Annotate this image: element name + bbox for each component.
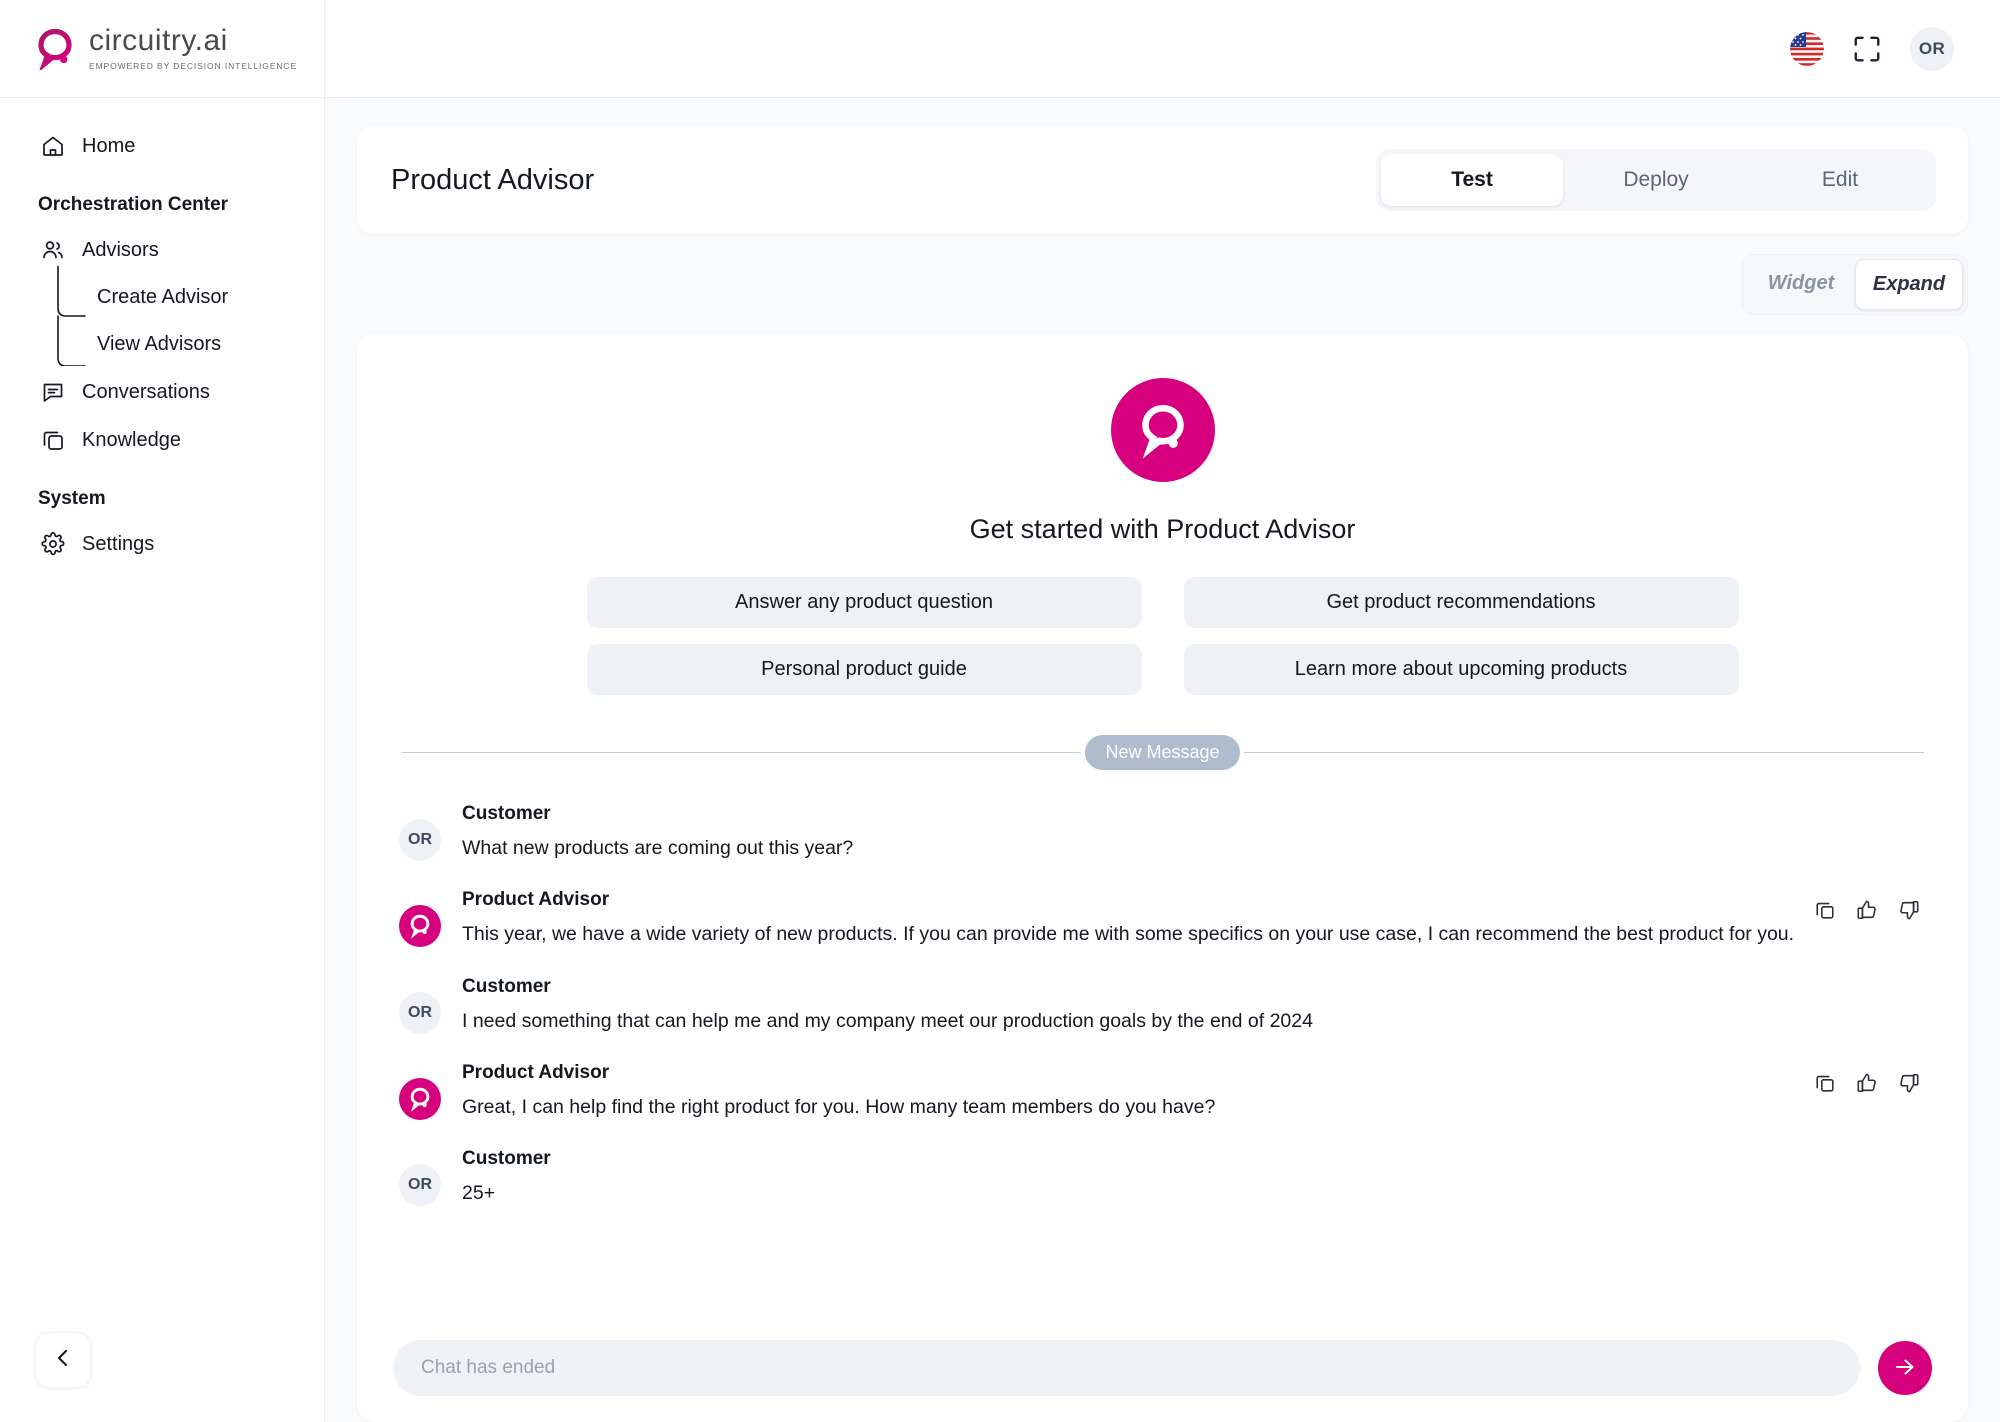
fullscreen-icon[interactable] (1852, 34, 1882, 64)
tab-edit[interactable]: Edit (1749, 154, 1931, 206)
suggestion-chips: Answer any product question Get product … (586, 577, 1739, 695)
chevron-left-icon (51, 1346, 75, 1375)
suggestion-chip[interactable]: Get product recommendations (1183, 577, 1739, 628)
welcome-block: Get started with Product Advisor Answer … (381, 334, 1944, 695)
message-item: OR Customer What new products are coming… (399, 803, 1926, 861)
avatar (399, 905, 441, 948)
message-author: Customer (462, 1148, 551, 1170)
topbar: OR (325, 0, 2000, 98)
avatar: OR (399, 991, 441, 1034)
brand-logo[interactable]: circuitry.ai EMPOWERED BY DECISION INTEL… (0, 0, 324, 98)
us-flag-icon[interactable] (1790, 31, 1824, 66)
users-icon (40, 237, 66, 263)
view-mode-widget[interactable]: Widget (1747, 259, 1855, 310)
sidebar-section-orchestration: Orchestration Center (38, 194, 229, 215)
tab-deploy[interactable]: Deploy (1565, 154, 1747, 206)
sidebar-item-label: Advisors (82, 238, 159, 261)
divider-line-left (401, 751, 1082, 753)
thumbs-up-icon[interactable] (1856, 1072, 1878, 1094)
message-item: Product Advisor Great, I can help find t… (399, 1062, 1926, 1120)
avatar-initials: OR (408, 831, 432, 848)
sidebar-item-label: Home (82, 134, 136, 157)
avatar: OR (399, 1164, 441, 1207)
suggestion-chip[interactable]: Personal product guide (586, 644, 1142, 695)
header-tabs: Test Deploy Edit (1376, 149, 1936, 211)
message-author: Product Advisor (462, 889, 610, 911)
avatar-initials: OR (408, 1176, 432, 1194)
message-actions (1814, 1072, 1920, 1094)
new-message-divider: New Message (381, 734, 1944, 770)
sidebar-item-settings[interactable]: Settings (0, 520, 324, 568)
message-text: 25+ (462, 1182, 496, 1205)
message-author: Product Advisor (462, 1061, 610, 1083)
view-mode-expand[interactable]: Expand (1855, 258, 1963, 310)
suggestion-chip[interactable]: Learn more about upcoming products (1183, 644, 1739, 695)
send-icon (1893, 1355, 1917, 1382)
message-text: What new products are coming out this ye… (462, 837, 854, 859)
sidebar-item-view-advisors[interactable]: View Advisors (60, 321, 324, 368)
copy-icon[interactable] (1814, 899, 1836, 921)
page-title: Product Advisor (391, 163, 595, 196)
sidebar-item-conversations[interactable]: Conversations (0, 368, 324, 416)
sidebar-item-label: Conversations (82, 380, 210, 403)
suggestion-chip[interactable]: Answer any product question (586, 577, 1142, 628)
copy-icon[interactable] (1814, 1072, 1836, 1094)
message-actions (1814, 899, 1920, 921)
thumbs-up-icon[interactable] (1856, 899, 1878, 921)
circuitry-lightbulb-icon (410, 1087, 430, 1112)
circuitry-lightbulb-icon (410, 915, 430, 940)
sidebar-item-label: Settings (82, 532, 155, 555)
copy-stack-icon (40, 427, 66, 453)
brand-tagline: EMPOWERED BY DECISION INTELLIGENCE (89, 61, 298, 71)
advisor-logo-badge (1110, 378, 1215, 482)
sidebar-item-home[interactable]: Home (0, 122, 324, 170)
gear-icon (40, 531, 66, 557)
thumbs-down-icon[interactable] (1898, 899, 1920, 921)
view-mode-toggle: Widget Expand (1742, 253, 1968, 315)
page-header-card: Product Advisor Test Deploy Edit (357, 126, 1968, 234)
message-item: Product Advisor This year, we have a wid… (399, 889, 1926, 948)
app-root: circuitry.ai EMPOWERED BY DECISION INTEL… (0, 0, 2000, 1422)
avatar (399, 1077, 441, 1120)
message-text: Great, I can help find the right product… (462, 1095, 1216, 1118)
chat-panel: Get started with Product Advisor Answer … (357, 334, 1968, 1422)
main-area: OR Product Advisor Test Deploy Edit Widg… (325, 0, 2000, 1422)
new-message-badge: New Message (1085, 734, 1240, 770)
avatar: OR (399, 819, 441, 861)
sidebar-item-create-advisor[interactable]: Create Advisor (60, 274, 324, 321)
sidebar-item-advisors[interactable]: Advisors (0, 226, 324, 274)
sidebar-item-label: Knowledge (82, 428, 181, 451)
sidebar-subnav-advisors: Create Advisor View Advisors (0, 266, 324, 368)
sidebar-item-knowledge[interactable]: Knowledge (0, 416, 324, 464)
circuitry-lightbulb-icon (1141, 404, 1184, 459)
chat-bubble-icon (40, 379, 66, 405)
message-list: OR Customer What new products are coming… (381, 769, 1944, 1340)
sidebar-section-system: System (38, 488, 106, 509)
chat-input[interactable] (393, 1340, 1860, 1396)
tree-connector-icon (57, 266, 86, 366)
sidebar: circuitry.ai EMPOWERED BY DECISION INTEL… (0, 0, 325, 1422)
brand-name: circuitry.ai (89, 24, 228, 57)
message-author: Customer (462, 975, 551, 997)
welcome-title: Get started with Product Advisor (969, 514, 1356, 544)
view-mode-row: Widget Expand (357, 234, 1968, 334)
message-text: I need something that can help me and my… (462, 1009, 1313, 1032)
message-text: This year, we have a wide variety of new… (462, 923, 1795, 946)
thumbs-down-icon[interactable] (1898, 1072, 1920, 1094)
home-icon (40, 133, 66, 159)
divider-line-right (1243, 751, 1925, 753)
avatar-initials: OR (408, 1003, 432, 1021)
chat-composer (381, 1340, 1944, 1422)
user-avatar[interactable]: OR (1910, 26, 1954, 71)
message-item: OR Customer 25+ (399, 1148, 1926, 1207)
message-author: Customer (462, 803, 551, 824)
circuitry-lightbulb-icon (34, 28, 76, 72)
send-button[interactable] (1878, 1341, 1932, 1395)
page-content: Product Advisor Test Deploy Edit Widget … (325, 98, 2000, 1422)
sidebar-nav: Home Orchestration Center Advisors Creat… (0, 98, 324, 1422)
sidebar-collapse-button[interactable] (35, 1332, 91, 1388)
tab-test[interactable]: Test (1381, 154, 1563, 206)
message-item: OR Customer I need something that can he… (399, 976, 1926, 1034)
avatar-initials: OR (1918, 38, 1946, 58)
